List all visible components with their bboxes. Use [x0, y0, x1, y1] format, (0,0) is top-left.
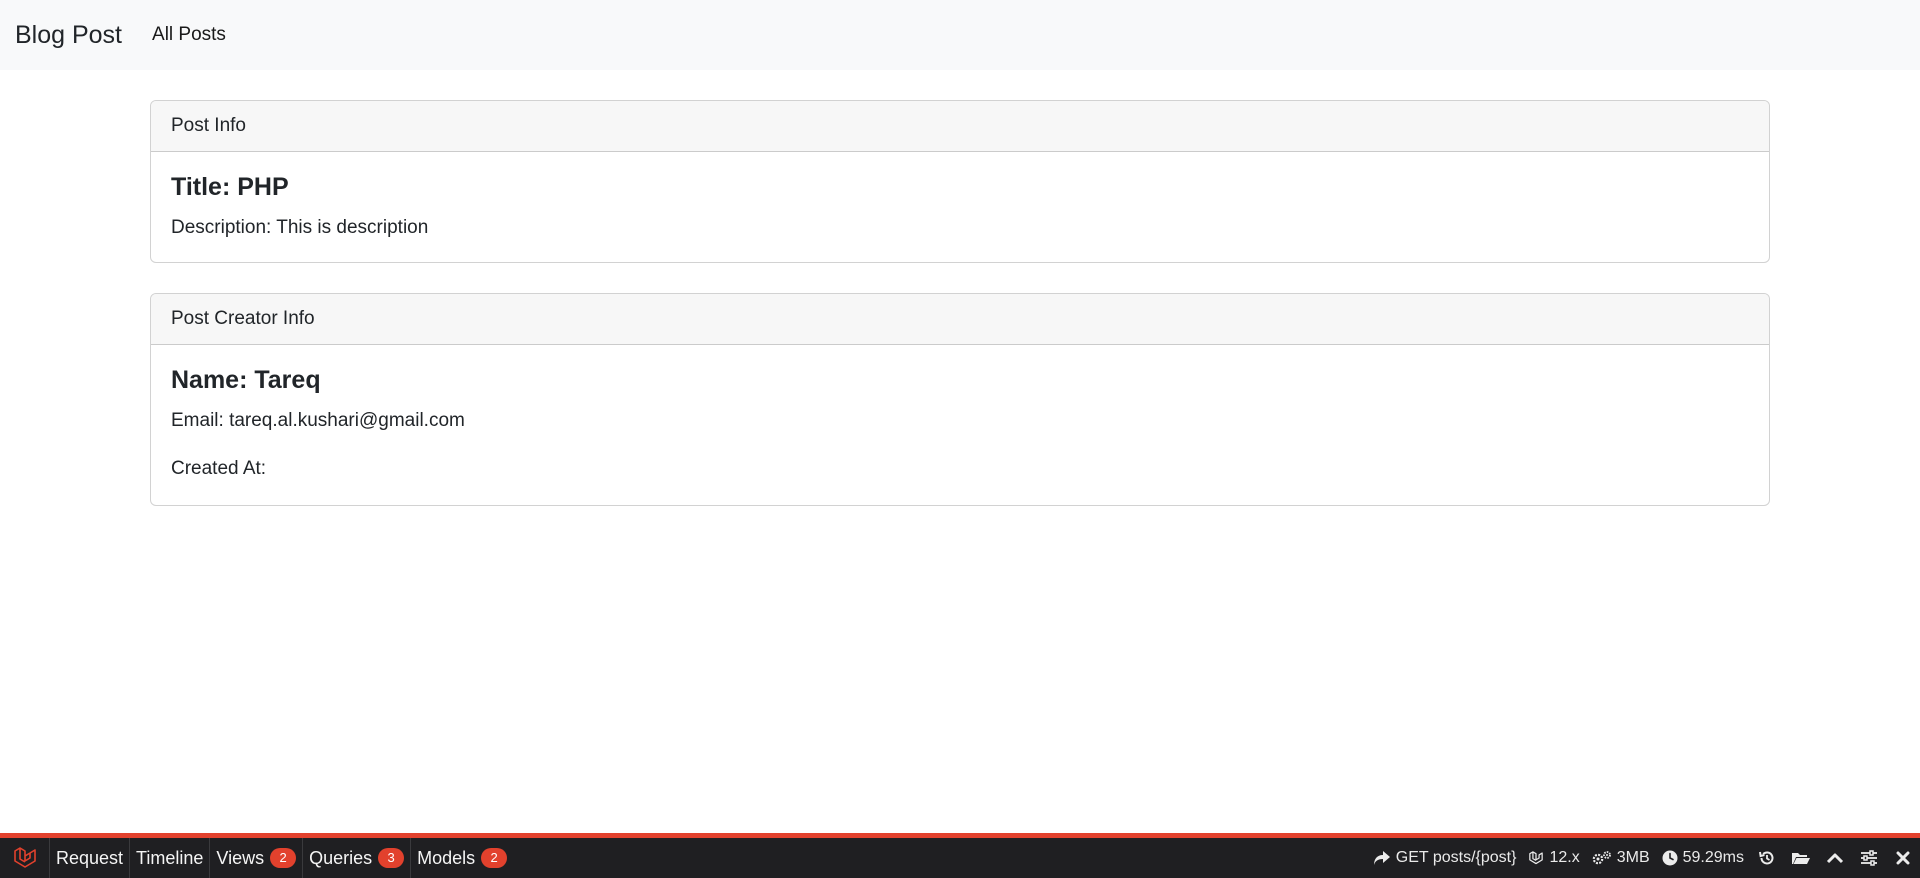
duration-info: 59.29ms — [1656, 849, 1750, 867]
chevron-up-icon — [1826, 853, 1844, 864]
debugbar: Request Timeline Views 2 Queries 3 Model… — [0, 833, 1920, 878]
debugbar-tab-label: Request — [56, 847, 124, 868]
creator-created-at: Created At: — [171, 458, 267, 480]
history-button[interactable] — [1750, 838, 1784, 878]
post-creator-header: Post Creator Info — [151, 294, 1769, 345]
post-description: Description: This is description — [171, 216, 429, 238]
close-icon — [1896, 851, 1910, 865]
brand-link[interactable]: Blog Post — [15, 21, 122, 50]
sliders-icon — [1861, 850, 1877, 866]
route-info: GET posts/{post} — [1367, 849, 1523, 867]
models-count-badge: 2 — [481, 848, 508, 868]
laravel-icon — [1529, 851, 1544, 865]
debugbar-tab-views[interactable]: Views 2 — [210, 838, 304, 878]
open-button[interactable] — [1784, 838, 1818, 878]
creator-name: Name: Tareq — [171, 366, 321, 394]
debugbar-tab-label: Queries — [309, 847, 373, 868]
close-button[interactable] — [1886, 838, 1920, 878]
creator-email: Email: tareq.al.kushari@gmail.com — [171, 409, 465, 431]
views-count-badge: 2 — [270, 848, 297, 868]
debugbar-right: GET posts/{post} 12.x 3MB 59.29ms — [1367, 838, 1920, 878]
post-info-card: Post Info Title: PHP Description: This i… — [150, 100, 1770, 263]
post-info-body: Title: PHP Description: This is descript… — [151, 152, 1769, 240]
folder-open-icon — [1792, 853, 1810, 864]
laravel-logo-icon[interactable] — [0, 838, 50, 878]
settings-button[interactable] — [1852, 838, 1886, 878]
post-creator-body: Name: Tareq Email: tareq.al.kushari@gmai… — [151, 345, 1769, 482]
memory-info: 3MB — [1586, 849, 1656, 867]
debugbar-tab-label: Timeline — [136, 847, 204, 868]
share-arrow-icon — [1373, 851, 1390, 865]
memory-text: 3MB — [1616, 849, 1650, 866]
debugbar-tab-label: Views — [216, 847, 265, 868]
debugbar-tab-models[interactable]: Models 2 — [411, 838, 513, 878]
queries-count-badge: 3 — [378, 848, 405, 868]
gears-icon — [1592, 851, 1611, 865]
debugbar-tab-timeline[interactable]: Timeline — [130, 838, 211, 878]
post-title: Title: PHP — [171, 173, 289, 201]
navbar: Blog Post All Posts — [0, 0, 1920, 70]
route-text: GET posts/{post} — [1395, 849, 1517, 866]
debugbar-tab-request[interactable]: Request — [50, 838, 131, 878]
post-creator-card: Post Creator Info Name: Tareq Email: tar… — [150, 293, 1770, 506]
post-info-header: Post Info — [151, 101, 1769, 152]
debugbar-tab-queries[interactable]: Queries 3 — [303, 838, 412, 878]
version-info: 12.x — [1522, 849, 1585, 867]
clock-icon — [1662, 850, 1678, 866]
debugbar-tab-label: Models — [417, 847, 476, 868]
version-text: 12.x — [1549, 849, 1580, 866]
duration-text: 59.29ms — [1682, 849, 1744, 866]
history-icon — [1759, 851, 1774, 865]
nav-link-all-posts[interactable]: All Posts — [152, 24, 226, 46]
maximize-button[interactable] — [1818, 838, 1852, 878]
